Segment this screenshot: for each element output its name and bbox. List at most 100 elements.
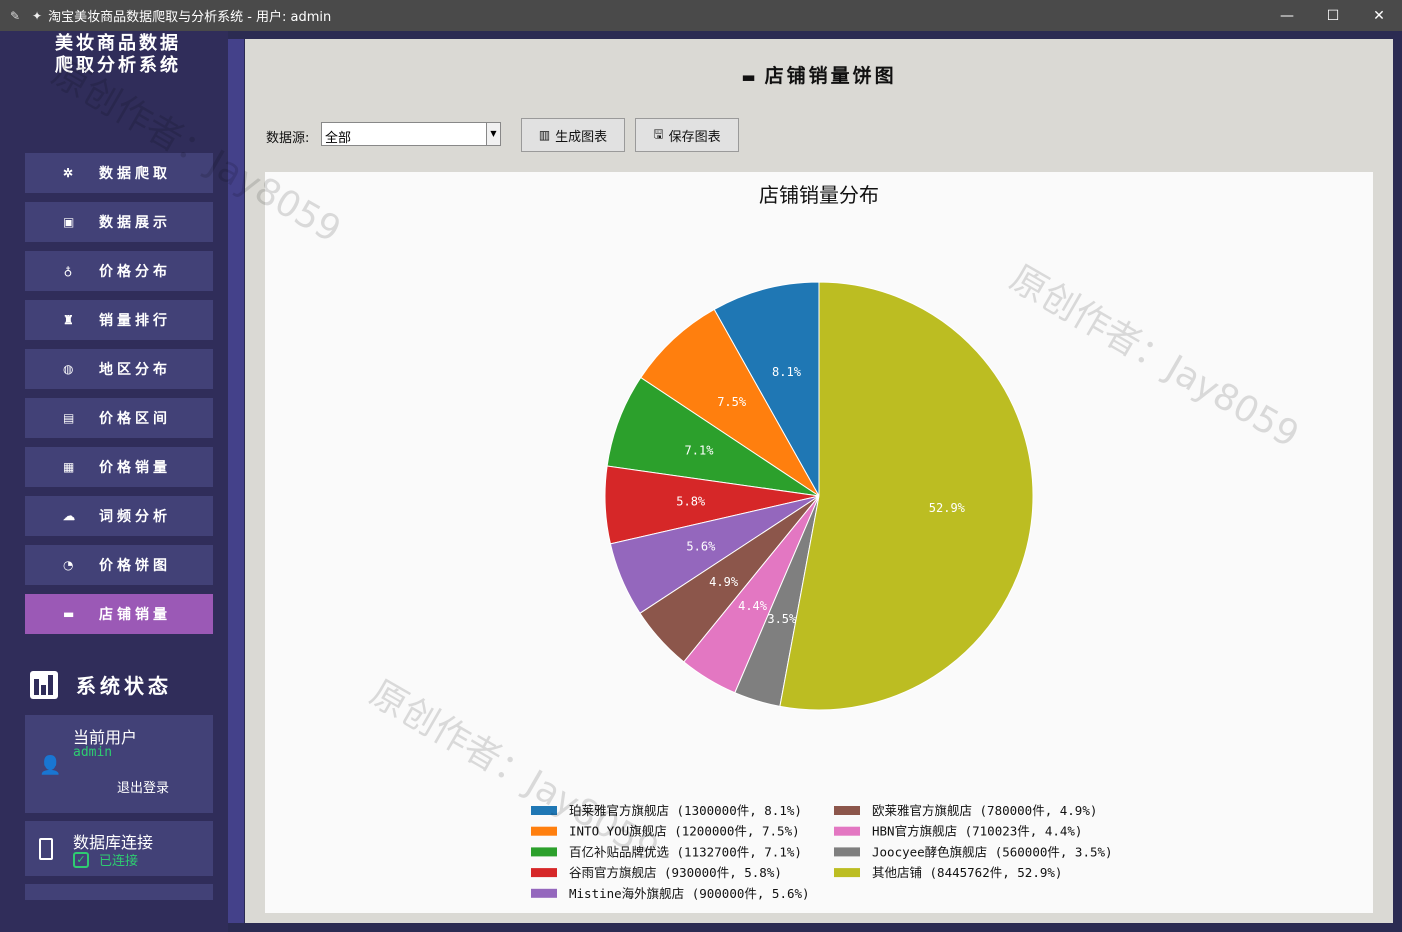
sidebar-item-label: 价格销量 [99, 460, 171, 476]
legend-swatch [531, 847, 557, 857]
sidebar-item-label: 地区分布 [99, 362, 171, 378]
store-icon: ▬ [741, 68, 759, 86]
legend-swatch [531, 806, 557, 815]
check-icon: ✓ [73, 851, 89, 868]
close-button[interactable]: ✕ [1356, 0, 1402, 31]
app-title-line2: 爬取分析系统 [55, 55, 181, 76]
spider-icon: ✲ [63, 166, 78, 180]
sidebar-item-label: 数据展示 [99, 215, 171, 231]
pie-slice-label: 7.1% [685, 443, 715, 457]
chart-icon: ▥ [538, 128, 551, 142]
chart-legend: 珀莱雅官方旗舰店 (1300000件, 8.1%) INTO YOU旗舰店 (12… [531, 803, 1113, 901]
window-titlebar: ✎ ✦ 淘宝美妆商品数据爬取与分析系统 - 用户: admin — ☐ ✕ [0, 0, 1402, 31]
page-title: ▬ 店铺销量饼图 [245, 61, 1393, 88]
window-title: 淘宝美妆商品数据爬取与分析系统 - 用户: admin [48, 10, 332, 25]
sidebar-item-label: 价格区间 [99, 411, 171, 427]
dropdown-arrow-icon[interactable]: ▼ [486, 123, 500, 145]
legend-swatch [531, 888, 557, 898]
generate-chart-button[interactable]: ▥ 生成图表 [521, 118, 625, 152]
generate-chart-label: 生成图表 [555, 129, 608, 145]
data-source-label: 数据源: [266, 131, 310, 146]
pie-slice-label: 3.5% [767, 612, 797, 626]
bar-chart-icon [30, 670, 58, 699]
trophy-icon: ♜ [63, 313, 78, 327]
sidebar-item-price-range[interactable]: ▤ 价格区间 [25, 398, 213, 438]
sidebar-item-label: 词频分析 [99, 509, 171, 525]
save-icon: 🖫 [653, 126, 664, 141]
legend-swatch [531, 826, 557, 836]
logout-button[interactable]: 退出登录 [117, 777, 169, 796]
sidebar-item-word-freq[interactable]: ☁ 词频分析 [25, 496, 213, 536]
db-card: 数据库连接 ✓ 已连接 [25, 821, 213, 876]
legend-entry: 其他店铺 (8445762件, 52.9%) [872, 865, 1062, 880]
sidebar-item-label: 价格饼图 [99, 558, 171, 574]
cloud-icon: ☁ [63, 509, 79, 523]
table-icon: ▣ [63, 215, 79, 229]
legend-swatch [834, 806, 860, 815]
legend-entry: HBN官方旗舰店 (710023件, 4.4%) [872, 824, 1082, 839]
legend-entry: Mistine海外旗舰店 (900000件, 5.6%) [569, 886, 810, 901]
feather-icon: ✎ [10, 8, 21, 23]
maximize-button[interactable]: ☐ [1310, 0, 1356, 31]
data-source-select[interactable]: 全部 ▼ [321, 122, 501, 146]
store-icon: ▬ [63, 607, 79, 621]
save-chart-label: 保存图表 [668, 129, 721, 145]
pie-slice-label: 5.8% [676, 494, 706, 508]
sidebar-item-price-pie[interactable]: ◔ 价格饼图 [25, 545, 213, 585]
minimize-button[interactable]: — [1264, 0, 1310, 31]
legend-entry: INTO YOU旗舰店 (1200000件, 7.5%) [569, 824, 800, 839]
legend-swatch [531, 868, 557, 878]
legend-entry: 谷雨官方旗舰店 (930000件, 5.8%) [569, 865, 782, 880]
pie-slice-label: 5.6% [686, 539, 716, 553]
database-icon [39, 838, 53, 860]
sparkle-icon: ✦ [32, 8, 43, 23]
sidebar-item-label: 销量排行 [99, 313, 171, 329]
db-status-value: 已连接 [99, 854, 139, 869]
current-username: admin [73, 745, 113, 760]
chart-icon: ▤ [63, 411, 79, 425]
pie-slice-label: 4.4% [738, 599, 768, 613]
system-status-header: 系统状态 [30, 670, 172, 699]
sidebar-item-crawl[interactable]: ✲ 数据爬取 [25, 153, 213, 193]
legend-entry: 珀莱雅官方旗舰店 (1300000件, 8.1%) [569, 803, 802, 818]
pie-chart: 店铺销量分布 8.1% 7.5% 7.1% 5.8% 5.6% 4.9% 4.4%3.5% 5… [531, 183, 1113, 901]
sidebar-item-label: 价格分布 [99, 264, 171, 280]
user-card: 👤 当前用户 admin 退出登录 [25, 715, 213, 813]
sidebar-item-price-dist[interactable]: ♁ 价格分布 [25, 251, 213, 291]
sidebar-item-sales-rank[interactable]: ♜ 销量排行 [25, 300, 213, 340]
pie-slice-label: 8.1% [772, 365, 802, 379]
sidebar-item-price-sales[interactable]: ▦ 价格销量 [25, 447, 213, 487]
sidebar-item-label: 店铺销量 [99, 607, 171, 623]
app-title-line1: 美妆商品数据 [55, 33, 181, 54]
legend-swatch [834, 826, 860, 836]
chart-title: 店铺销量分布 [759, 183, 879, 207]
pie-slices [604, 281, 1034, 711]
legend-entry: 欧莱雅官方旗舰店 (780000件, 4.9%) [872, 803, 1097, 818]
grid-chart-icon: ▦ [63, 460, 79, 474]
page-title-text: 店铺销量饼图 [764, 65, 897, 87]
moneybag-icon: ♁ [63, 264, 77, 278]
legend-entry: Joocyee酵色旗舰店 (560000件, 3.5%) [872, 844, 1113, 859]
pie-slice-label: 7.5% [717, 395, 747, 409]
legend-entry: 百亿补贴品牌优选 (1132700件, 7.1%) [569, 844, 802, 859]
globe-icon: ◍ [63, 362, 78, 376]
pie-slice-label: 52.9% [929, 501, 966, 515]
pie-slice-label: 4.9% [709, 575, 739, 589]
legend-swatch [834, 847, 860, 857]
chart-canvas: 店铺销量分布 8.1% 7.5% 7.1% 5.8% 5.6% 4.9% 4.4% 3.5% 5… [265, 172, 1373, 913]
data-source-value: 全部 [325, 131, 352, 146]
pie-icon: ◔ [63, 558, 78, 572]
status-card-partial [25, 884, 213, 900]
save-chart-button[interactable]: 🖫 保存图表 [635, 118, 739, 152]
sidebar-item-region[interactable]: ◍ 地区分布 [25, 349, 213, 389]
sidebar-item-store-sales[interactable]: ▬ 店铺销量 [25, 594, 213, 634]
user-icon: 👤 [39, 755, 62, 776]
legend-swatch [834, 868, 860, 878]
sidebar-divider [228, 39, 244, 923]
system-status-title: 系统状态 [76, 674, 172, 698]
sidebar-item-display[interactable]: ▣ 数据展示 [25, 202, 213, 242]
db-status: ✓ 已连接 [73, 850, 138, 869]
sidebar-item-label: 数据爬取 [99, 166, 171, 182]
app-title: 美妆商品数据 爬取分析系统 [28, 33, 208, 77]
main-panel: ▬ 店铺销量饼图 数据源: 全部 ▼ ▥ 生成图表 🖫 保存图表 店铺销量分布 8… [245, 39, 1393, 923]
